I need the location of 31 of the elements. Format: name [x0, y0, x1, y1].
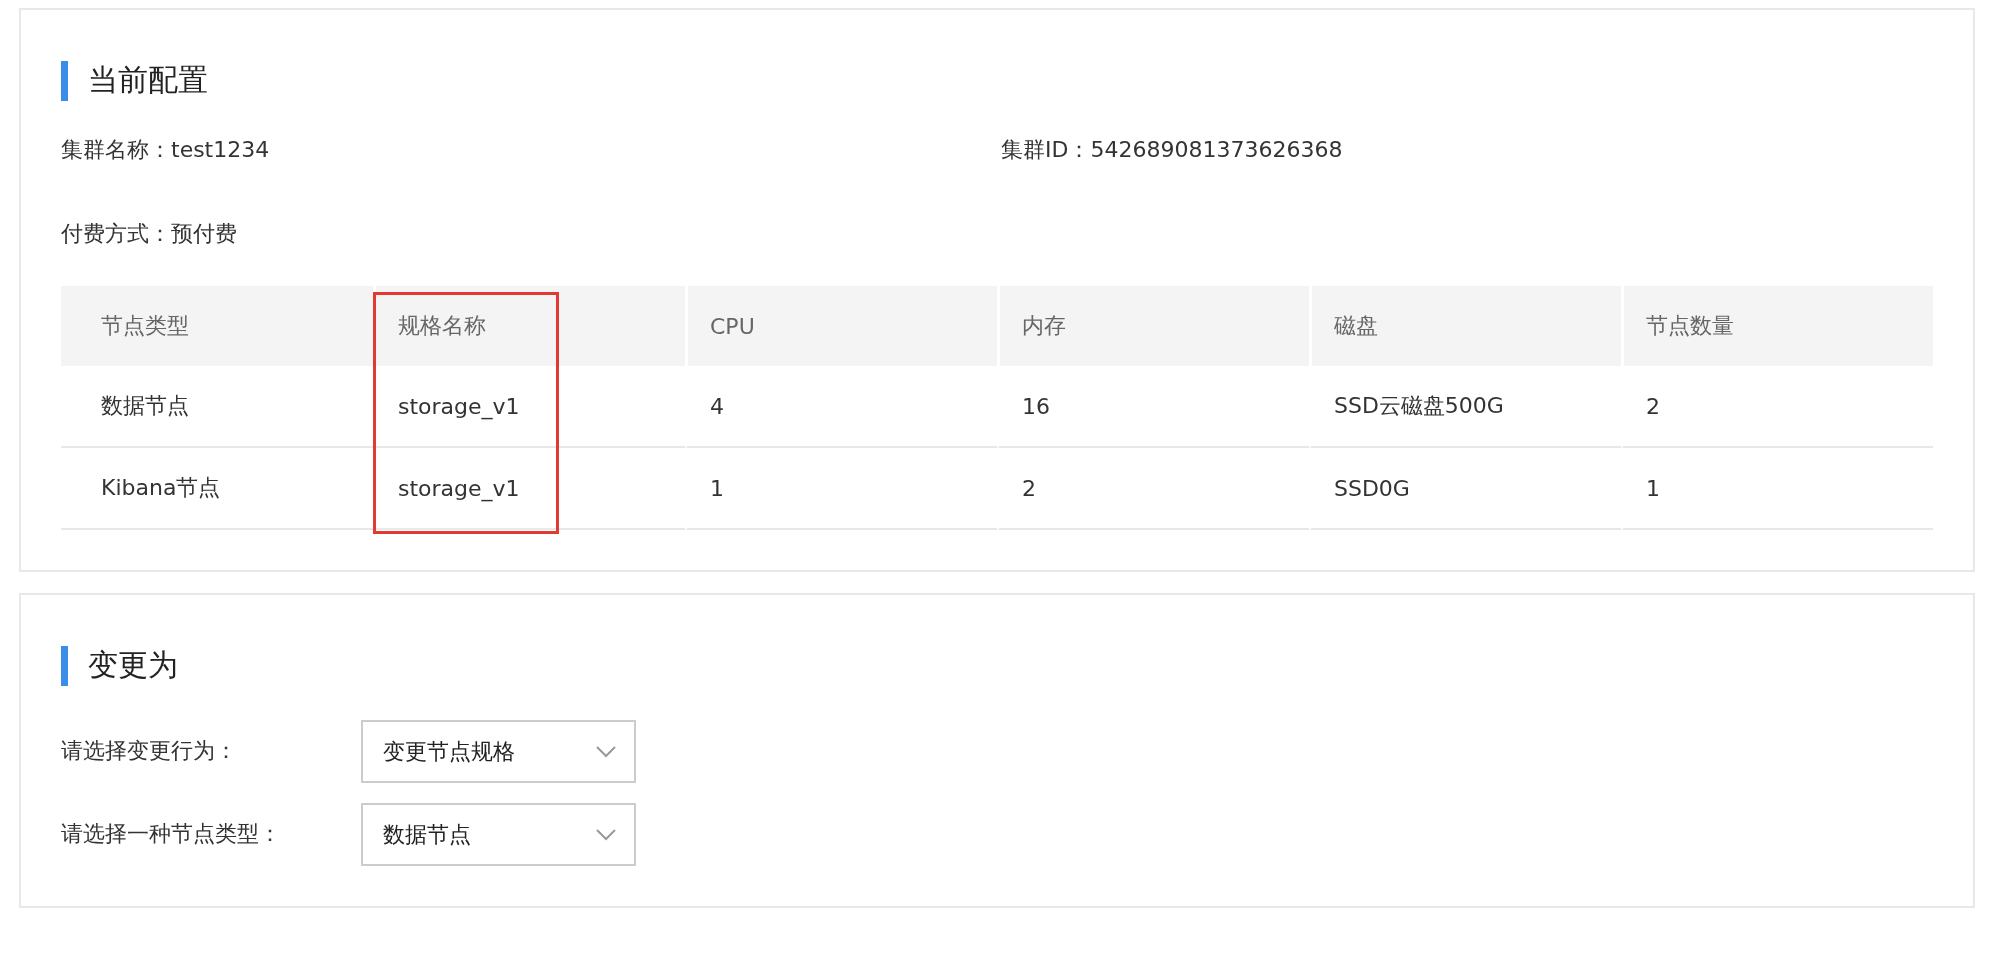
chevron-down-icon — [596, 828, 616, 841]
column-header: 规格名称 — [373, 286, 685, 366]
chevron-down-icon — [596, 745, 616, 758]
table-cell: 2 — [997, 448, 1309, 530]
select-dropdown[interactable]: 数据节点 — [361, 803, 636, 866]
column-header: 磁盘 — [1309, 286, 1621, 366]
table-cell: 16 — [997, 366, 1309, 448]
table-cell: Kibana节点 — [61, 448, 373, 530]
column-header: 节点类型 — [61, 286, 373, 366]
field-label: 请选择一种节点类型： — [61, 820, 282, 848]
table-cell: SSD0G — [1309, 448, 1621, 530]
table-cell: 数据节点 — [61, 366, 373, 448]
table-cell: 1 — [1621, 448, 1933, 530]
table-cell: storage_v1 — [373, 366, 685, 448]
column-header: 节点数量 — [1621, 286, 1933, 366]
section-accent-bar — [61, 60, 68, 101]
table-cell: 2 — [1621, 366, 1933, 448]
info-text: 付费方式：预付费 — [61, 220, 238, 248]
select-dropdown[interactable]: 变更节点规格 — [361, 720, 636, 783]
info-text: 集群名称：test1234 — [61, 136, 271, 164]
section-title: 当前配置 — [88, 61, 208, 99]
field-label: 请选择变更行为： — [61, 737, 238, 765]
section-accent-bar — [61, 645, 68, 686]
table-cell: 4 — [685, 366, 997, 448]
table-cell: SSD云磁盘500G — [1309, 366, 1621, 448]
column-header: CPU — [685, 286, 997, 366]
section-title: 变更为 — [88, 646, 178, 684]
table-cell: 1 — [685, 448, 997, 530]
info-text: 集群ID：542689081373626368 — [1001, 136, 1344, 164]
column-header: 内存 — [997, 286, 1309, 366]
table-cell: storage_v1 — [373, 448, 685, 530]
